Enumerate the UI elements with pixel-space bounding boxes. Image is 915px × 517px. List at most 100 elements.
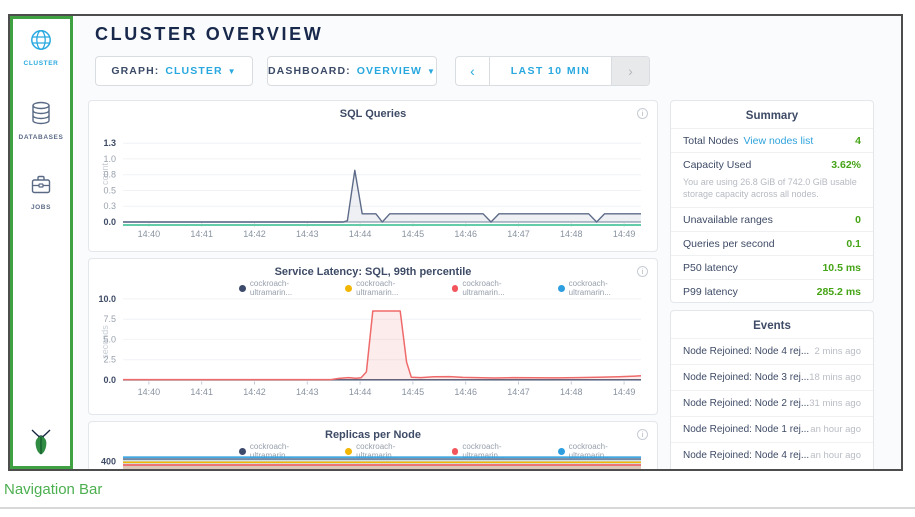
svg-text:2.5: 2.5 — [103, 355, 116, 365]
svg-text:14:43: 14:43 — [296, 387, 319, 397]
chevron-down-icon: ▼ — [228, 67, 237, 76]
graph-dropdown-value: CLUSTER — [165, 65, 222, 77]
sidebar-item-label: DATABASES — [10, 134, 72, 141]
event-row[interactable]: Node Rejoined: Node 1 rej... an hour ago — [671, 416, 873, 442]
sidebar-item-jobs[interactable]: JOBS — [10, 172, 72, 211]
summary-title: Summary — [671, 101, 873, 128]
sidebar-item-label: JOBS — [10, 204, 72, 211]
svg-text:10.0: 10.0 — [98, 294, 116, 304]
legend-dot-icon — [558, 285, 565, 292]
view-nodes-list-link[interactable]: View nodes list — [743, 135, 813, 147]
page-title: CLUSTER OVERVIEW — [95, 24, 323, 45]
summary-value: 3.62% — [831, 159, 861, 171]
svg-text:14:48: 14:48 — [560, 387, 583, 397]
svg-text:0.0: 0.0 — [103, 217, 116, 227]
cockroach-icon — [28, 428, 54, 456]
svg-text:0.5: 0.5 — [103, 186, 116, 196]
sidebar-item-databases[interactable]: DATABASES — [10, 100, 72, 141]
svg-text:1.0: 1.0 — [103, 154, 116, 164]
svg-text:14:43: 14:43 — [296, 229, 319, 239]
summary-row-unavailable-ranges: Unavailable ranges 0 — [671, 207, 873, 231]
svg-text:14:41: 14:41 — [190, 229, 213, 239]
event-time: an hour ago — [810, 450, 861, 461]
cockroachdb-logo[interactable] — [10, 428, 72, 461]
summary-row-queries-per-second: Queries per second 0.1 — [671, 231, 873, 255]
time-range-label[interactable]: LAST 10 MIN — [490, 57, 611, 85]
event-time: 2 mins ago — [815, 346, 861, 357]
svg-text:14:45: 14:45 — [402, 387, 425, 397]
summary-row-capacity-used: Capacity Used 3.62% — [671, 152, 873, 176]
info-icon[interactable]: i — [637, 429, 648, 440]
service-latency-chart-card: Service Latency: SQL, 99th percentile i … — [88, 258, 658, 415]
summary-label: P50 latency — [683, 262, 738, 274]
event-row[interactable]: Node Rejoined: Node 2 rej... 31 mins ago — [671, 390, 873, 416]
sql-queries-chart-card: SQL Queries i count 0.00.30.50.81.01.314… — [88, 100, 658, 252]
chevron-down-icon: ▼ — [427, 67, 436, 76]
svg-text:14:40: 14:40 — [138, 229, 161, 239]
replicas-per-node-plot: 400 — [117, 452, 651, 471]
svg-text:14:45: 14:45 — [402, 229, 425, 239]
svg-text:14:42: 14:42 — [243, 229, 266, 239]
svg-text:14:48: 14:48 — [560, 229, 583, 239]
event-text: Node Rejoined: Node 1 rej... — [683, 424, 809, 435]
globe-icon — [29, 28, 53, 52]
briefcase-icon — [29, 172, 53, 196]
database-icon — [29, 100, 53, 126]
svg-text:7.5: 7.5 — [103, 314, 116, 324]
event-time: 31 mins ago — [809, 398, 861, 409]
event-text: Node Rejoined: Node 2 rej... — [683, 398, 809, 409]
legend-dot-icon — [452, 285, 459, 292]
dashboard-dropdown-value: OVERVIEW — [357, 65, 422, 77]
summary-value: 0 — [855, 214, 861, 226]
sidebar-item-label: CLUSTER — [10, 60, 72, 67]
svg-text:14:41: 14:41 — [190, 387, 213, 397]
summary-label: Unavailable ranges — [683, 214, 773, 226]
svg-text:5.0: 5.0 — [103, 334, 116, 344]
replicas-per-node-chart-card: Replicas per Node i cockroach-ultramarin… — [88, 421, 658, 471]
dashboard-dropdown-label: DASHBOARD: — [268, 65, 351, 77]
summary-value: 285.2 ms — [817, 286, 861, 298]
chart-title: SQL Queries — [89, 101, 657, 120]
summary-label: P99 latency — [683, 286, 738, 298]
summary-row-total-nodes: Total Nodes View nodes list 4 — [671, 128, 873, 152]
summary-panel: Summary Total Nodes View nodes list 4 Cap… — [670, 100, 874, 303]
event-row[interactable]: Node Rejoined: Node 3 rej... 18 mins ago — [671, 364, 873, 390]
summary-value: 4 — [855, 135, 861, 147]
chart-title: Service Latency: SQL, 99th percentile — [89, 259, 657, 278]
event-time: 18 mins ago — [809, 372, 861, 383]
summary-row-p50-latency: P50 latency 10.5 ms — [671, 255, 873, 279]
time-next-button-disabled[interactable]: › — [611, 57, 649, 85]
summary-label: Total Nodes — [683, 135, 738, 147]
event-text: Node Rejoined: Node 4 rej... — [683, 450, 809, 461]
svg-text:14:49: 14:49 — [613, 387, 636, 397]
chart-title: Replicas per Node — [89, 422, 657, 441]
svg-text:400: 400 — [101, 456, 116, 466]
summary-value: 0.1 — [846, 238, 861, 250]
event-text: Node Rejoined: Node 4 rej... — [683, 346, 809, 357]
info-icon[interactable]: i — [637, 108, 648, 119]
dashboard-dropdown[interactable]: DASHBOARD: OVERVIEW ▼ — [267, 56, 437, 86]
svg-text:0.3: 0.3 — [103, 201, 116, 211]
summary-row-p99-latency: P99 latency 285.2 ms — [671, 279, 873, 303]
navigation-sidebar: CLUSTER DATABASES JOBS — [10, 16, 72, 469]
event-time: an hour ago — [810, 424, 861, 435]
sidebar-item-cluster[interactable]: CLUSTER — [10, 28, 72, 67]
svg-text:14:44: 14:44 — [349, 387, 372, 397]
capacity-used-subtext: You are using 26.8 GiB of 742.0 GiB usab… — [671, 176, 873, 207]
graph-dropdown[interactable]: GRAPH: CLUSTER ▼ — [95, 56, 253, 86]
svg-text:14:40: 14:40 — [138, 387, 161, 397]
svg-text:14:49: 14:49 — [613, 229, 636, 239]
info-icon[interactable]: i — [637, 266, 648, 277]
events-panel: Events Node Rejoined: Node 4 rej... 2 mi… — [670, 310, 874, 471]
event-row[interactable]: Node Rejoined: Node 4 rej... 2 mins ago — [671, 338, 873, 364]
svg-text:14:46: 14:46 — [454, 229, 477, 239]
event-row[interactable]: Node Rejoined: Node 4 rej... an hour ago — [671, 442, 873, 468]
summary-label: Queries per second — [683, 238, 775, 250]
svg-text:14:44: 14:44 — [349, 229, 372, 239]
events-title: Events — [671, 311, 873, 338]
svg-text:0.8: 0.8 — [103, 170, 116, 180]
time-prev-button[interactable]: ‹ — [456, 57, 490, 85]
app-window: CLUSTER DATABASES JOBS — [8, 14, 903, 471]
bottom-divider — [0, 507, 915, 509]
svg-text:14:47: 14:47 — [507, 229, 530, 239]
